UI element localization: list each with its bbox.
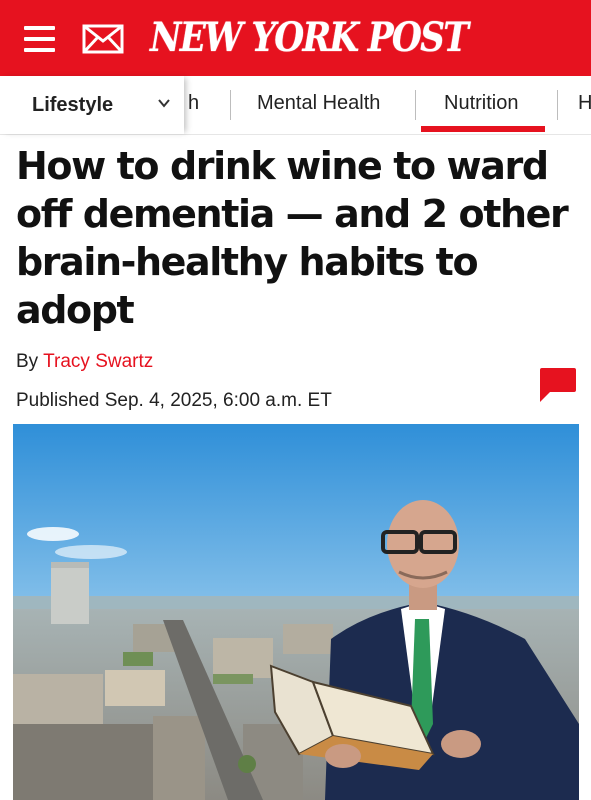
- section-dropdown-label: Lifestyle: [32, 94, 114, 116]
- byline: By Tracy Swartz: [16, 351, 153, 373]
- hero-image: [13, 424, 579, 800]
- tab-divider: [415, 90, 416, 120]
- site-logo[interactable]: NEW YORK POST: [150, 10, 469, 66]
- article-headline: How to drink wine to ward off dementia —…: [16, 144, 569, 332]
- tab-partial-right[interactable]: H: [578, 76, 591, 134]
- byline-prefix: By: [16, 351, 39, 372]
- published-date: Published Sep. 4, 2025, 6:00 a.m. ET: [16, 390, 332, 411]
- tab-divider: [230, 90, 231, 120]
- author-link[interactable]: Tracy Swartz: [43, 351, 153, 372]
- tab-partial-left[interactable]: h: [188, 76, 199, 134]
- hamburger-icon[interactable]: [24, 26, 55, 52]
- tab-mental-health[interactable]: Mental Health: [257, 76, 380, 134]
- section-dropdown[interactable]: Lifestyle: [0, 76, 184, 134]
- comment-icon[interactable]: [536, 366, 578, 406]
- site-header: NEW YORK POST: [0, 0, 591, 76]
- mail-icon[interactable]: [82, 24, 124, 54]
- chevron-down-icon: [158, 92, 170, 113]
- tab-divider: [557, 90, 558, 120]
- active-tab-indicator: [421, 126, 545, 132]
